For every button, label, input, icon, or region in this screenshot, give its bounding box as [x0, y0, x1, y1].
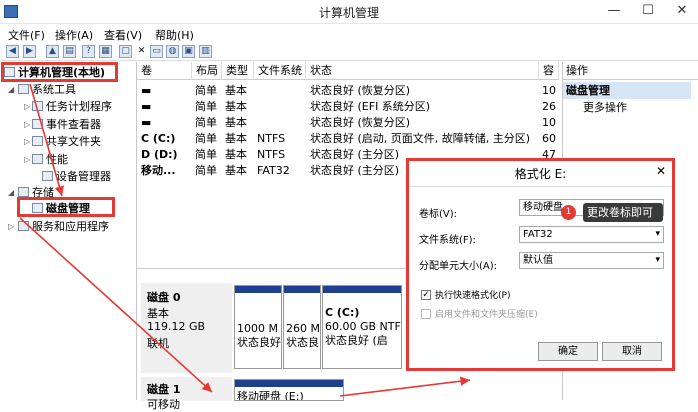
hint-callout: 更改卷标即可 — [583, 203, 663, 222]
arrow-to-dialog — [339, 376, 471, 397]
dialog-title: 格式化 E: — [409, 161, 672, 187]
format-dialog: 格式化 E: ✕ 卷标(V): 移动硬盘 文件系统(F): FAT32 分配单元… — [406, 158, 675, 371]
quick-format-label: 执行快速格式化(P) — [435, 291, 511, 301]
step-badge: 1 — [561, 205, 576, 220]
filesystem-select[interactable]: FAT32 — [519, 226, 664, 243]
volume-label-label: 卷标(V): — [419, 209, 458, 220]
arrow-root-to-disk-management — [29, 83, 64, 197]
filesystem-label: 文件系统(F): — [419, 235, 476, 246]
cancel-button[interactable]: 取消 — [602, 342, 662, 361]
dialog-close-icon[interactable]: ✕ — [656, 164, 666, 178]
ok-button[interactable]: 确定 — [538, 342, 598, 361]
allocation-select[interactable]: 默认值 — [519, 252, 664, 269]
compression-label: 启用文件和文件夹压缩(E) — [435, 310, 538, 320]
allocation-label: 分配单元大小(A): — [419, 261, 498, 272]
arrow-to-removable — [19, 217, 213, 393]
quick-format-checkbox[interactable]: ✓ — [421, 290, 431, 300]
compression-checkbox[interactable] — [421, 309, 431, 319]
